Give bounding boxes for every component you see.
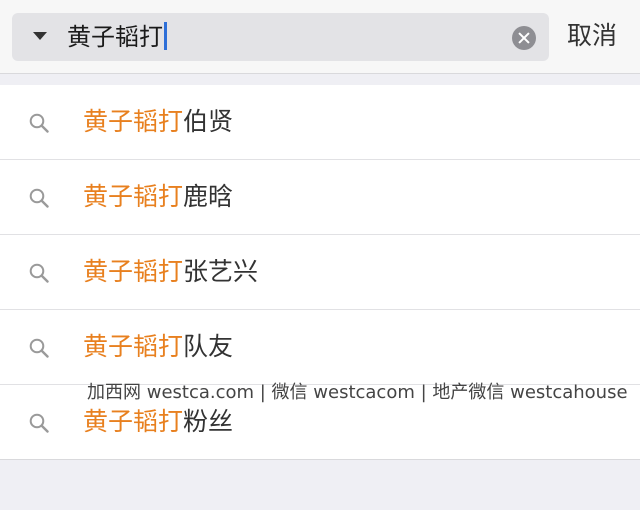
search-icon (29, 263, 49, 283)
search-bar: 黄子韬打 取消 (0, 0, 640, 74)
suggestion-text: 伯贤 (183, 107, 234, 136)
suggestion-label: 黄子韬打队友 (83, 328, 233, 366)
suggestion-label: 黄子韬打鹿晗 (83, 178, 233, 216)
suggestion-item[interactable]: 黄子韬打粉丝 (0, 385, 640, 460)
search-icon (29, 338, 49, 358)
search-icon (29, 188, 49, 208)
suggestion-text: 鹿晗 (183, 182, 234, 211)
search-icon (29, 413, 49, 433)
suggestion-item[interactable]: 黄子韬打伯贤 (0, 85, 640, 160)
suggestion-text: 队友 (183, 332, 234, 361)
suggestion-text: 粉丝 (183, 407, 234, 436)
text-cursor (164, 22, 167, 50)
suggestion-item[interactable]: 黄子韬打队友 (0, 310, 640, 385)
suggestion-label: 黄子韬打粉丝 (83, 403, 233, 441)
clear-icon[interactable] (512, 26, 536, 50)
cancel-button[interactable]: 取消 (567, 18, 617, 54)
suggestion-list: 黄子韬打伯贤 黄子韬打鹿晗 黄子韬打张艺兴 黄子韬打队友 黄子韬打粉丝 (0, 85, 640, 460)
caret-down-icon[interactable] (33, 32, 47, 40)
suggestion-highlight: 黄子韬打 (83, 107, 184, 136)
suggestion-label: 黄子韬打伯贤 (83, 103, 233, 141)
search-query[interactable]: 黄子韬打 (67, 20, 167, 54)
suggestion-highlight: 黄子韬打 (83, 407, 184, 436)
suggestion-text: 张艺兴 (183, 257, 259, 286)
suggestion-item[interactable]: 黄子韬打张艺兴 (0, 235, 640, 310)
suggestion-item[interactable]: 黄子韬打鹿晗 (0, 160, 640, 235)
suggestion-highlight: 黄子韬打 (83, 182, 184, 211)
search-query-text: 黄子韬打 (67, 23, 163, 51)
suggestion-highlight: 黄子韬打 (83, 257, 184, 286)
suggestion-highlight: 黄子韬打 (83, 332, 184, 361)
suggestion-label: 黄子韬打张艺兴 (83, 253, 258, 291)
search-icon (29, 113, 49, 133)
